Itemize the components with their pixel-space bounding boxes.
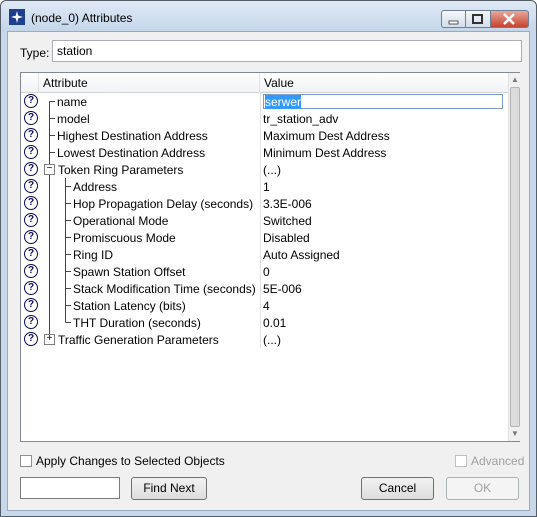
opnet-star-icon bbox=[9, 9, 25, 25]
maximize-icon bbox=[472, 14, 483, 24]
attribute-value[interactable]: 1 bbox=[263, 180, 270, 194]
attribute-value[interactable]: 5E-006 bbox=[263, 282, 302, 296]
attribute-row[interactable]: ? THT Duration (seconds) 0.01 bbox=[21, 314, 508, 331]
type-label: Type: bbox=[20, 46, 50, 60]
scroll-up-icon[interactable]: ▲ bbox=[509, 74, 521, 86]
title-bar[interactable]: (node_0) Attributes bbox=[1, 1, 536, 31]
ok-button[interactable]: OK bbox=[446, 477, 519, 500]
attribute-row[interactable]: ? Ring ID Auto Assigned bbox=[21, 246, 508, 263]
selected-value-text[interactable]: serwer bbox=[265, 95, 302, 109]
help-icon[interactable]: ? bbox=[24, 179, 38, 193]
apply-changes-checkbox[interactable] bbox=[20, 455, 32, 467]
maximize-button[interactable] bbox=[466, 10, 491, 28]
attribute-row[interactable]: ? model tr_station_adv bbox=[21, 110, 508, 127]
help-icon[interactable]: ? bbox=[24, 162, 38, 176]
help-icon[interactable]: ? bbox=[24, 111, 38, 125]
dialog-body: Type: station Attribute Value ? name serwe… bbox=[7, 31, 530, 511]
help-icon[interactable]: ? bbox=[24, 281, 38, 295]
attribute-name: Operational Mode bbox=[73, 214, 169, 228]
column-header-attribute[interactable]: Attribute bbox=[39, 73, 260, 93]
help-icon[interactable]: ? bbox=[24, 230, 38, 244]
attribute-grid: Attribute Value ? name serwer? model tr_stat… bbox=[20, 72, 520, 442]
attribute-name: THT Duration (seconds) bbox=[73, 316, 201, 330]
attribute-value[interactable]: Switched bbox=[263, 214, 312, 228]
close-button[interactable] bbox=[491, 10, 529, 28]
attribute-name: name bbox=[57, 95, 88, 109]
attribute-value[interactable]: Disabled bbox=[263, 231, 310, 245]
attribute-row[interactable]: ? Promiscuous Mode Disabled bbox=[21, 229, 508, 246]
attribute-name: Station Latency (bits) bbox=[73, 299, 186, 313]
expand-icon[interactable]: + bbox=[44, 334, 55, 345]
help-icon[interactable]: ? bbox=[24, 128, 38, 142]
attribute-name: Lowest Destination Address bbox=[57, 146, 206, 160]
attribute-row[interactable]: ? + Traffic Generation Parameters (...) bbox=[21, 331, 508, 348]
attribute-rows: ? name serwer? model tr_station_adv? Highest … bbox=[21, 93, 508, 348]
advanced-checkbox[interactable] bbox=[455, 455, 467, 467]
scroll-down-icon[interactable]: ▼ bbox=[509, 428, 521, 440]
cancel-button[interactable]: Cancel bbox=[361, 477, 434, 500]
attribute-name: Hop Propagation Delay (seconds) bbox=[73, 197, 254, 211]
attribute-value[interactable]: Maximum Dest Address bbox=[263, 129, 390, 143]
find-next-button[interactable]: Find Next bbox=[131, 477, 207, 500]
attribute-name: Stack Modification Time (seconds) bbox=[73, 282, 256, 296]
attribute-value[interactable]: 0.01 bbox=[263, 316, 286, 330]
attribute-name: Ring ID bbox=[73, 248, 114, 262]
help-icon[interactable]: ? bbox=[24, 332, 38, 346]
column-header-value[interactable]: Value bbox=[260, 73, 508, 93]
close-icon bbox=[503, 13, 515, 25]
attribute-value[interactable]: 3.3E-006 bbox=[263, 197, 312, 211]
help-icon[interactable]: ? bbox=[24, 298, 38, 312]
help-icon[interactable]: ? bbox=[24, 213, 38, 227]
help-icon[interactable]: ? bbox=[24, 94, 38, 108]
attribute-value[interactable]: (...) bbox=[263, 333, 281, 347]
attribute-name: Highest Destination Address bbox=[57, 129, 208, 143]
find-input[interactable] bbox=[20, 477, 120, 499]
attribute-name: Address bbox=[73, 180, 118, 194]
type-field[interactable]: station bbox=[52, 40, 522, 62]
attribute-value[interactable]: 0 bbox=[263, 265, 270, 279]
attribute-row[interactable]: ? Operational Mode Switched bbox=[21, 212, 508, 229]
attribute-row[interactable]: ? − Token Ring Parameters (...) bbox=[21, 161, 508, 178]
attribute-row[interactable]: ? Lowest Destination Address Minimum Dest … bbox=[21, 144, 508, 161]
minimize-button[interactable] bbox=[441, 10, 466, 28]
minimize-icon bbox=[448, 20, 459, 25]
attribute-name: Token Ring Parameters bbox=[58, 163, 184, 177]
attribute-name: model bbox=[57, 112, 90, 126]
help-icon[interactable]: ? bbox=[24, 247, 38, 261]
attribute-row[interactable]: ? Address 1 bbox=[21, 178, 508, 195]
window-title: (node_0) Attributes bbox=[31, 11, 133, 25]
help-icon[interactable]: ? bbox=[24, 264, 38, 278]
collapse-icon[interactable]: − bbox=[44, 164, 55, 175]
advanced-label: Advanced bbox=[471, 454, 525, 468]
attribute-row[interactable]: ? Station Latency (bits) 4 bbox=[21, 297, 508, 314]
attribute-name: Promiscuous Mode bbox=[73, 231, 176, 245]
attribute-row[interactable]: ? Stack Modification Time (seconds) 5E-006 bbox=[21, 280, 508, 297]
help-icon[interactable]: ? bbox=[24, 196, 38, 210]
attribute-value[interactable]: 4 bbox=[263, 299, 270, 313]
attributes-dialog: (node_0) Attributes Type: station Attrib… bbox=[0, 0, 537, 517]
attribute-row[interactable]: ? Hop Propagation Delay (seconds) 3.3E-006 bbox=[21, 195, 508, 212]
header-corner bbox=[21, 73, 39, 93]
help-icon[interactable]: ? bbox=[24, 145, 38, 159]
attribute-value[interactable]: Minimum Dest Address bbox=[263, 146, 386, 160]
grid-header: Attribute Value bbox=[21, 73, 508, 93]
attribute-row[interactable]: ? Spawn Station Offset 0 bbox=[21, 263, 508, 280]
help-icon[interactable]: ? bbox=[24, 315, 38, 329]
attribute-row[interactable]: ? Highest Destination Address Maximum Dest… bbox=[21, 127, 508, 144]
vertical-scrollbar[interactable]: ▲ ▼ bbox=[508, 73, 520, 441]
attribute-value[interactable]: serwer bbox=[263, 94, 503, 109]
scroll-thumb[interactable] bbox=[510, 87, 520, 427]
attribute-value[interactable]: (...) bbox=[263, 163, 281, 177]
attribute-value[interactable]: Auto Assigned bbox=[263, 248, 340, 262]
attribute-name: Traffic Generation Parameters bbox=[58, 333, 219, 347]
attribute-row[interactable]: ? name serwer bbox=[21, 93, 508, 110]
apply-changes-label[interactable]: Apply Changes to Selected Objects bbox=[36, 454, 225, 468]
attribute-value[interactable]: tr_station_adv bbox=[263, 112, 338, 126]
attribute-name: Spawn Station Offset bbox=[73, 265, 186, 279]
